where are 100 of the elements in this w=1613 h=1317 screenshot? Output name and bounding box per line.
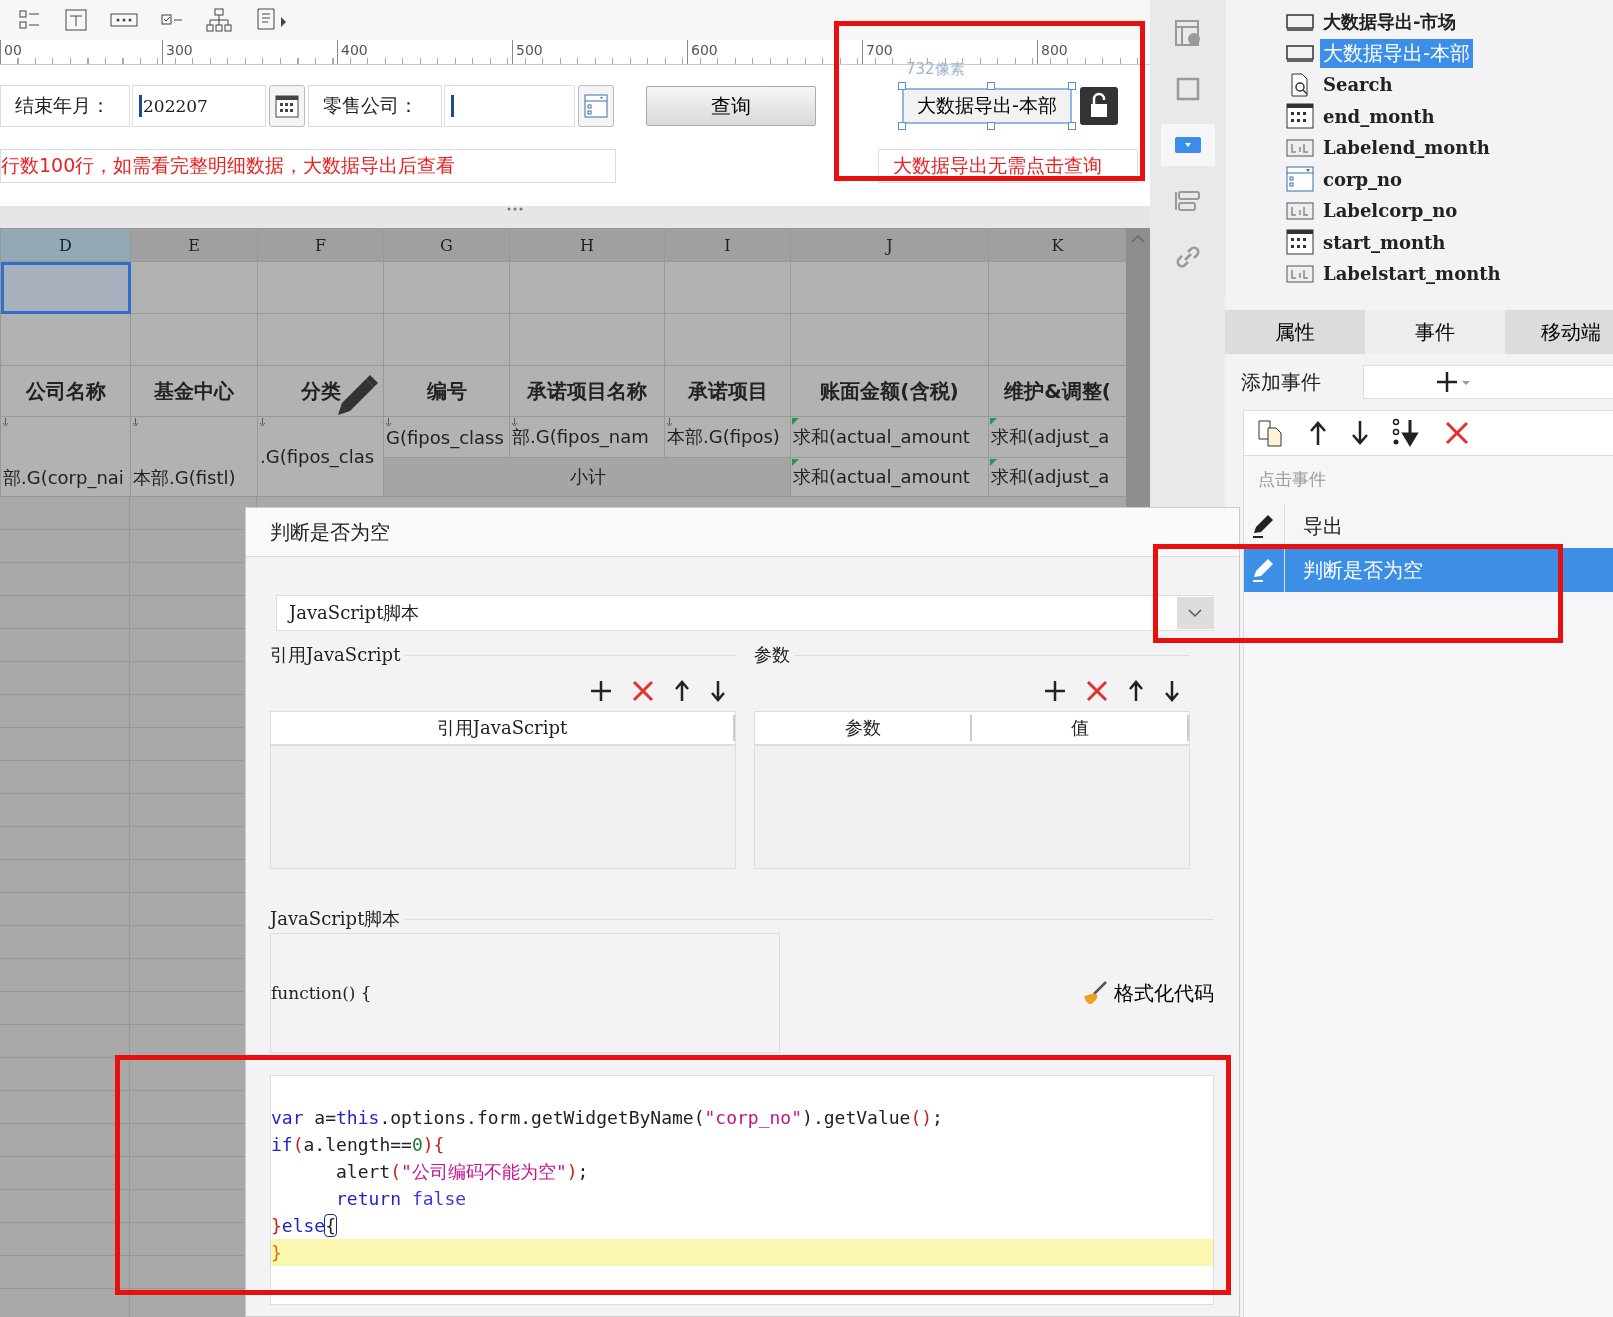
move-up-icon[interactable] <box>1128 679 1144 703</box>
delete-icon[interactable] <box>1086 680 1108 702</box>
table-cell: 求和(actual_amount <box>790 457 989 497</box>
panel-tab[interactable]: 事件 <box>1365 310 1505 354</box>
table-cell: 求和(actual_amount <box>790 416 989 458</box>
query-button[interactable]: 查询 <box>646 86 816 126</box>
label-widget-icon <box>1286 264 1314 283</box>
column-header[interactable]: J <box>790 228 989 262</box>
table-cell: 本部.G(fistl) <box>130 416 258 497</box>
table-header-cell: 公司名称 <box>0 365 131 417</box>
company-combo-field[interactable] <box>444 85 575 127</box>
code-line: alert("公司编码不能为空"); <box>335 1160 590 1184</box>
ruler-label: 400 <box>340 42 368 58</box>
notice-text: 行数100行，如需看完整明细数据，大数据导出后查看 <box>0 149 616 183</box>
delete-icon[interactable] <box>632 680 654 702</box>
tree-item[interactable]: end_month <box>1320 104 1438 128</box>
code-line: if(a.length==0){ <box>271 1133 446 1157</box>
size-hint: 732像素 <box>906 60 965 79</box>
text-field-icon[interactable] <box>64 8 88 32</box>
report-edit-icon[interactable] <box>254 7 288 33</box>
calendar-button[interactable] <box>269 85 305 127</box>
column-header: 参数 <box>755 715 972 741</box>
tool-tab[interactable] <box>1160 124 1215 166</box>
table-header-cell: 承诺项目名称 <box>509 365 665 417</box>
resize-handle[interactable] <box>1068 122 1076 130</box>
tree-item[interactable]: corp_no <box>1320 167 1406 191</box>
table-header-cell: 基金中心 <box>130 365 258 417</box>
form-settings-icon <box>1172 18 1203 48</box>
tree-icon[interactable] <box>206 7 232 33</box>
column-header[interactable]: K <box>988 228 1126 262</box>
tree-item[interactable]: Labelend_month <box>1320 136 1493 160</box>
tree-item[interactable]: start_month <box>1320 230 1449 254</box>
field-label: 结束年月： <box>0 85 130 127</box>
script-type-select[interactable]: JavaScript脚本 <box>276 595 1214 631</box>
combo-widget-icon <box>1286 166 1314 193</box>
column-header: 值 <box>972 715 1189 741</box>
button-widget-icon <box>1286 43 1314 64</box>
formula-corner-icon <box>792 418 799 425</box>
resize-handle[interactable] <box>1068 82 1076 90</box>
resize-handle[interactable] <box>987 82 995 90</box>
ruler-label: 800 <box>1040 42 1068 58</box>
move-down-icon[interactable] <box>710 679 726 703</box>
column-header[interactable]: F <box>257 228 384 262</box>
label-widget-icon <box>1286 201 1314 220</box>
scroll-up-icon[interactable] <box>1130 234 1146 244</box>
move-up-icon[interactable] <box>1308 419 1328 447</box>
move-down-icon[interactable] <box>1350 419 1370 447</box>
add-icon[interactable] <box>590 680 612 702</box>
expand-down-icon <box>666 418 673 427</box>
table-header-cell: 维护&调整( <box>988 365 1126 417</box>
code-editor[interactable]: var a=this.options.form.getWidgetByName("corp_no").getValue(); if(a.length==0){ alert("公司编码不能为空"); return false }else{ } <box>270 1075 1214 1305</box>
table-cell: 部.G(fipos_nam <box>509 416 665 458</box>
formula-corner-icon <box>990 418 997 425</box>
expand-down-icon <box>259 418 266 427</box>
resize-handle[interactable] <box>898 122 906 130</box>
calendar-icon <box>274 93 300 119</box>
resize-handle[interactable] <box>987 122 995 130</box>
resize-handle[interactable] <box>898 82 906 90</box>
table-cell: 求和(adjust_a <box>988 457 1126 497</box>
padlock-icon[interactable] <box>1080 87 1118 125</box>
table-header-cell: 编号 <box>383 365 510 417</box>
notice-text: 大数据导出无需点击查询 <box>878 149 1138 183</box>
add-icon[interactable] <box>1044 680 1066 702</box>
table-cell: 部.G(corp_nai <box>0 416 131 497</box>
calendar-icon <box>1286 103 1314 130</box>
field-label: 零售公司： <box>308 85 442 127</box>
code-line: var a=this.options.form.getWidgetByName("corp_no").getValue(); <box>271 1106 944 1130</box>
ruler-label: 600 <box>690 42 718 58</box>
export-button[interactable]: 大数据导出-本部 <box>902 88 1072 124</box>
tree-item[interactable]: 大数据导出-市场 <box>1320 8 1460 35</box>
column-header[interactable]: G <box>383 228 510 262</box>
table-cell: .G(fipos_clas <box>257 416 384 497</box>
date-field[interactable]: 202207 <box>132 85 266 127</box>
section-title: JavaScript脚本 <box>270 907 401 931</box>
checklist-icon[interactable] <box>18 8 42 32</box>
tree-item[interactable]: Labelstart_month <box>1320 262 1504 286</box>
tree-item[interactable]: Search <box>1320 73 1396 97</box>
dialog-title: 判断是否为空 <box>246 508 1239 557</box>
section-title: 参数 <box>754 643 790 667</box>
column-header[interactable]: E <box>130 228 258 262</box>
add-caret-icon <box>1435 371 1472 393</box>
add-event-label: 添加事件 <box>1241 368 1322 396</box>
format-code-button[interactable]: 格式化代码 <box>1082 979 1214 1007</box>
section-title: 引用JavaScript <box>270 643 401 667</box>
column-header[interactable]: H <box>509 228 665 262</box>
ruler-label: 700 <box>865 42 893 58</box>
splitter-grip-icon[interactable] <box>505 206 525 212</box>
formula-corner-icon <box>990 459 997 466</box>
column-header[interactable]: D <box>0 228 131 262</box>
event-item[interactable]: 导出 <box>1244 504 1613 548</box>
tree-item[interactable]: Labelcorp_no <box>1320 199 1461 223</box>
list-picker-button[interactable] <box>578 85 614 127</box>
list-picker-icon <box>583 93 609 119</box>
delete-icon[interactable] <box>1444 420 1470 446</box>
column-header[interactable]: I <box>664 228 791 262</box>
expand-down-icon <box>132 418 139 427</box>
move-down-icon[interactable] <box>1164 679 1180 703</box>
code-line: }else{ <box>271 1214 338 1238</box>
move-up-icon[interactable] <box>674 679 690 703</box>
ruler-label: 300 <box>165 42 193 58</box>
